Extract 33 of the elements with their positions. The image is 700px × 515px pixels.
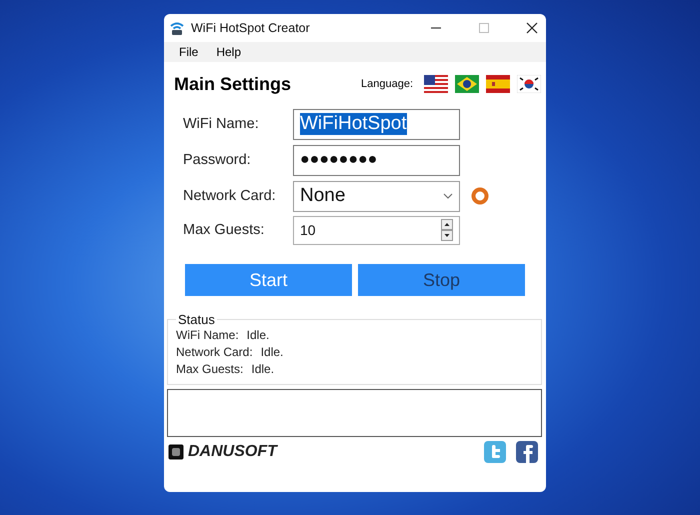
field-label: WiFi Name: xyxy=(183,116,260,132)
close-icon[interactable] xyxy=(526,22,538,34)
field-label: Network Card: xyxy=(183,188,277,204)
status-label: Max Guests: xyxy=(176,362,244,376)
section-heading: Main Settings xyxy=(174,74,292,94)
brand-logo: DANUSOFT xyxy=(188,443,277,461)
spin-down-icon[interactable] xyxy=(441,230,453,241)
social-icon[interactable] xyxy=(516,441,538,463)
menu-item[interactable]: File xyxy=(179,45,198,59)
spain-flag-icon[interactable] xyxy=(486,75,510,93)
window-title: WiFi HotSpot Creator xyxy=(191,21,310,35)
language-label: Language: xyxy=(361,78,413,90)
logo-icon xyxy=(168,444,184,460)
status-value: Idle. xyxy=(251,362,274,376)
us-flag-icon[interactable] xyxy=(424,75,448,93)
caret-icon xyxy=(443,193,453,199)
korea-flag-icon[interactable] xyxy=(517,75,541,93)
status-label: WiFi Name: xyxy=(176,328,239,342)
spin-up-icon[interactable] xyxy=(441,219,453,230)
status-value: Idle. xyxy=(246,328,270,342)
max-guests-spinner[interactable]: 10 xyxy=(293,216,460,244)
network-card-dropdown[interactable]: None xyxy=(293,180,460,212)
field-label: Password: xyxy=(183,152,252,168)
status-value: Idle. xyxy=(260,345,284,359)
brazil-flag-icon[interactable] xyxy=(455,75,479,93)
status-label: Network Card: xyxy=(176,345,253,359)
wifi-icon xyxy=(169,20,185,36)
menu-item[interactable]: Help xyxy=(216,45,242,59)
password-field[interactable]: ●●●●●●●● xyxy=(293,144,460,176)
refresh-icon[interactable] xyxy=(470,186,490,206)
wifi-name-field[interactable]: WiFiHotSpot xyxy=(293,108,460,140)
status-title: Status xyxy=(177,312,216,327)
field-label: Max Guests: xyxy=(183,222,266,238)
